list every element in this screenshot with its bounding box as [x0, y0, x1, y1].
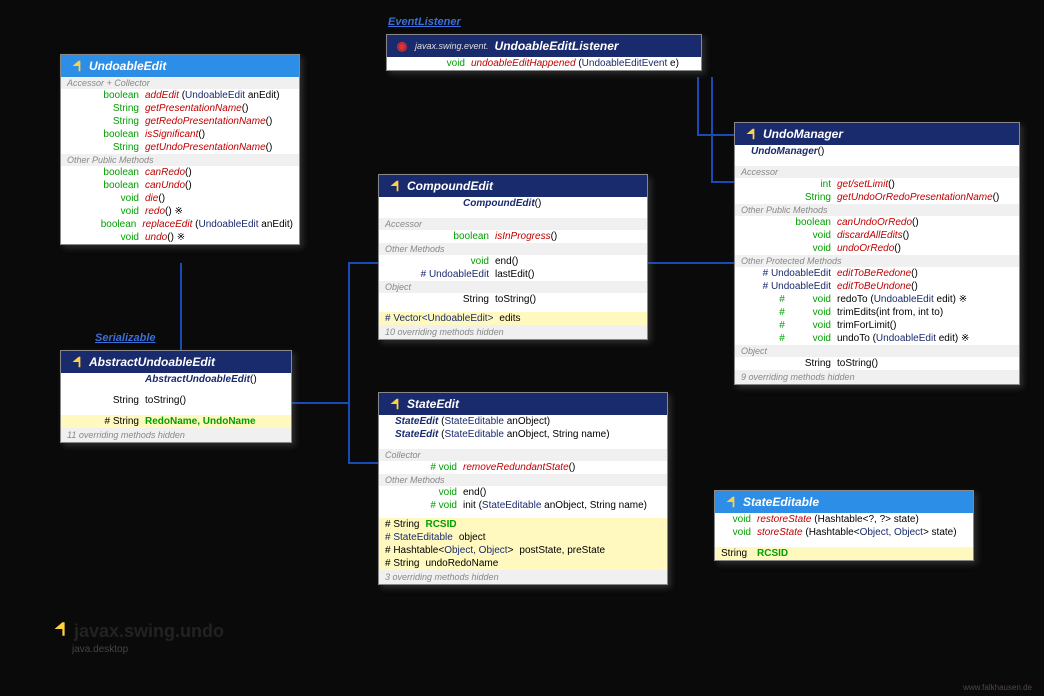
ce-header: CompoundEdit [379, 175, 647, 197]
uel-title: UndoableEditListener [495, 39, 619, 53]
undoable-edit-header: UndoableEdit [61, 55, 299, 77]
listener-icon: ◉ [395, 39, 409, 53]
package-icon [50, 620, 68, 643]
conn-h6 [711, 181, 735, 183]
se-header: StateEdit [379, 393, 667, 415]
conn-v4 [711, 77, 713, 182]
compound-edit-box: CompoundEdit CompoundEdit() Accessor boo… [378, 174, 648, 340]
ste-header: StateEditable [715, 491, 973, 513]
uel-prefix: javax.swing.event. [415, 41, 489, 51]
package-title: javax.swing.undo [50, 620, 224, 643]
abstract-undoable-edit-box: AbstractUndoableEdit AbstractUndoableEdi… [60, 350, 292, 443]
aue-title: AbstractUndoableEdit [89, 355, 215, 369]
conn-h5 [697, 134, 735, 136]
ce-title: CompoundEdit [407, 179, 493, 193]
um-title: UndoManager [763, 127, 843, 141]
interface-icon [69, 59, 83, 73]
module-name: java.desktop [72, 644, 128, 655]
se-title: StateEdit [407, 397, 459, 411]
ue-sec1: Accessor + Collector [61, 77, 299, 89]
undoable-edit-title: UndoableEdit [89, 59, 166, 73]
ste-title: StateEditable [743, 495, 819, 509]
um-header: UndoManager [735, 123, 1019, 145]
aue-footer: 11 overriding methods hidden [61, 428, 291, 442]
uel-header: ◉ javax.swing.event. UndoableEditListener [387, 35, 701, 57]
conn-v2 [348, 262, 350, 464]
state-edit-box: StateEdit StateEdit (StateEditable anObj… [378, 392, 668, 585]
undoable-edit-box: UndoableEdit Accessor + Collector boolea… [60, 54, 300, 245]
serializable-tag: Serializable [95, 332, 156, 344]
class-icon [743, 127, 757, 141]
conn-h4 [645, 262, 735, 264]
conn-v3 [697, 77, 699, 135]
ue-sec2: Other Public Methods [61, 154, 299, 166]
eventlistener-tag: EventListener [388, 16, 461, 28]
aue-header: AbstractUndoableEdit [61, 351, 291, 373]
conn-h2 [348, 262, 380, 264]
credit: www.falkhausen.de [963, 683, 1032, 692]
class-icon [387, 397, 401, 411]
interface-icon [723, 495, 737, 509]
uel-box: ◉ javax.swing.event. UndoableEditListener… [386, 34, 702, 71]
class-icon [69, 355, 83, 369]
class-icon [387, 179, 401, 193]
conn-h3 [348, 462, 380, 464]
conn-h1 [290, 402, 350, 404]
conn-v1 [180, 263, 182, 351]
state-editable-box: StateEditable voidrestoreState (Hashtabl… [714, 490, 974, 561]
undo-manager-box: UndoManager UndoManager() Accessor intge… [734, 122, 1020, 385]
